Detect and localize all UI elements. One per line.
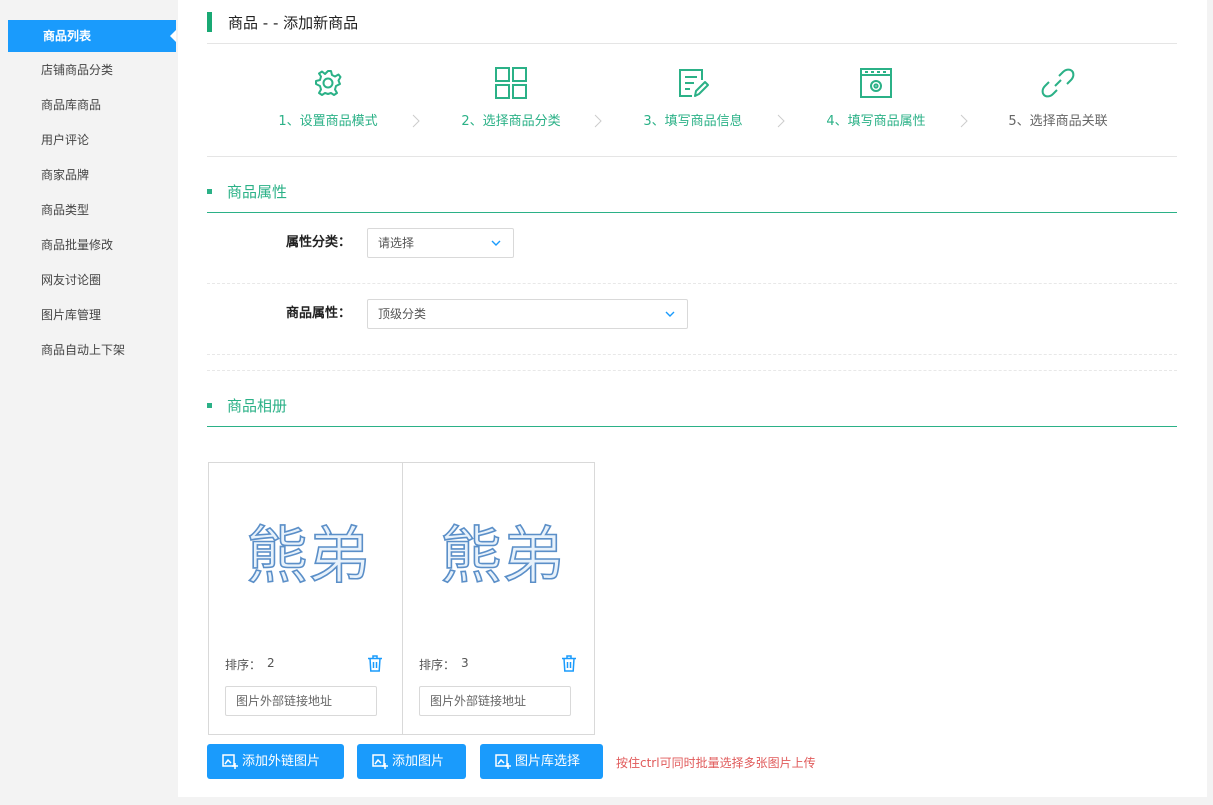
step-label: 2、选择商品分类 [461, 114, 561, 129]
goods-attr-select[interactable]: 顶级分类 [367, 299, 688, 329]
image-link-input[interactable] [419, 686, 571, 716]
watermark-text: 熊弟 [440, 519, 564, 592]
button-label: 添加图片 [392, 754, 445, 769]
step-label: 4、填写商品属性 [826, 114, 926, 129]
sidebar-item-goods-list[interactable]: 商品列表 [8, 20, 176, 52]
attr-category-label: 属性分类： [286, 235, 352, 250]
add-external-image-button[interactable]: 添加外链图片 [207, 744, 344, 779]
step-label: 1、设置商品模式 [278, 114, 378, 129]
attr-category-value: 请选择 [378, 236, 415, 250]
section-underline [207, 426, 1177, 427]
chevron-right-icon [960, 114, 968, 128]
page-title: 商品 - - 添加新商品 [228, 14, 359, 32]
edit-document-icon [679, 69, 709, 97]
image-library-select-button[interactable]: 图片库选择 [480, 744, 603, 779]
goods-attr-label: 商品属性： [286, 306, 352, 321]
main-panel: 商品 - - 添加新商品 1、设置商品模式 2、选择商品分类 3、填写商品信息 [178, 0, 1207, 797]
grid-icon [495, 67, 527, 99]
attr-category-select[interactable]: 请选择 [367, 228, 514, 258]
link-icon [1041, 68, 1075, 98]
section-marker [207, 403, 212, 408]
sidebar-item-goods-library[interactable]: 商品库商品 [41, 95, 101, 115]
watermark-text: 熊弟 [246, 519, 370, 592]
step-2: 2、选择商品分类 [426, 66, 596, 129]
add-image-icon [222, 754, 238, 769]
sidebar-item-shop-category[interactable]: 店铺商品分类 [41, 60, 113, 80]
section-marker [207, 189, 212, 194]
sidebar-item-batch-edit[interactable]: 商品批量修改 [41, 235, 113, 255]
sidebar-item-image-library[interactable]: 图片库管理 [41, 305, 101, 325]
sidebar-item-brands[interactable]: 商家品牌 [41, 165, 89, 185]
step-label: 3、填写商品信息 [643, 114, 743, 129]
sort-label: 排序： [419, 658, 456, 672]
title-divider [207, 43, 1177, 44]
window-settings-icon [860, 68, 892, 98]
chevron-down-icon [665, 311, 675, 317]
row-divider [207, 354, 1177, 355]
product-image[interactable]: 熊弟 [427, 515, 577, 595]
step-1: 1、设置商品模式 [243, 66, 413, 129]
sidebar-item-goods-types[interactable]: 商品类型 [41, 200, 89, 220]
chevron-right-icon [594, 114, 602, 128]
chevron-right-icon [777, 114, 785, 128]
section-underline [207, 212, 1177, 213]
album-card: 熊弟 排序： 3 [402, 463, 595, 734]
sidebar-item-auto-shelf[interactable]: 商品自动上下架 [41, 340, 125, 360]
add-image-icon [372, 754, 388, 769]
step-4: 4、填写商品属性 [791, 66, 961, 129]
trash-icon[interactable] [561, 655, 577, 672]
album-grid: 熊弟 排序： 2 熊弟 排序： 3 [208, 462, 595, 735]
upload-hint: 按住ctrl可同时批量选择多张图片上传 [616, 756, 816, 770]
trash-icon[interactable] [367, 655, 383, 672]
steps-divider [207, 156, 1177, 157]
add-image-button[interactable]: 添加图片 [357, 744, 466, 779]
step-3: 3、填写商品信息 [608, 66, 778, 129]
goods-attr-value: 顶级分类 [378, 307, 427, 321]
product-image[interactable]: 熊弟 [233, 515, 383, 595]
sidebar: 商品列表 店铺商品分类 商品库商品 用户评论 商家品牌 商品类型 商品批量修改 … [0, 0, 178, 805]
step-label: 5、选择商品关联 [1008, 114, 1108, 129]
sort-value[interactable]: 3 [461, 656, 469, 670]
button-label: 图片库选择 [515, 754, 581, 769]
title-accent-bar [207, 12, 212, 32]
sort-label: 排序： [225, 658, 262, 672]
sidebar-item-discussion[interactable]: 网友讨论圈 [41, 270, 101, 290]
button-label: 添加外链图片 [242, 754, 321, 769]
settings-gear-icon [315, 70, 342, 96]
section-title-attributes: 商品属性 [227, 183, 288, 201]
image-link-input[interactable] [225, 686, 377, 716]
sort-value[interactable]: 2 [267, 656, 275, 670]
add-image-icon [495, 754, 511, 769]
section-title-album: 商品相册 [227, 397, 288, 415]
sidebar-item-user-comments[interactable]: 用户评论 [41, 130, 89, 150]
row-divider [207, 370, 1177, 371]
chevron-right-icon [412, 114, 420, 128]
row-divider [207, 283, 1177, 284]
album-card: 熊弟 排序： 2 [209, 463, 402, 734]
step-5: 5、选择商品关联 [973, 66, 1143, 129]
chevron-down-icon [491, 240, 501, 246]
